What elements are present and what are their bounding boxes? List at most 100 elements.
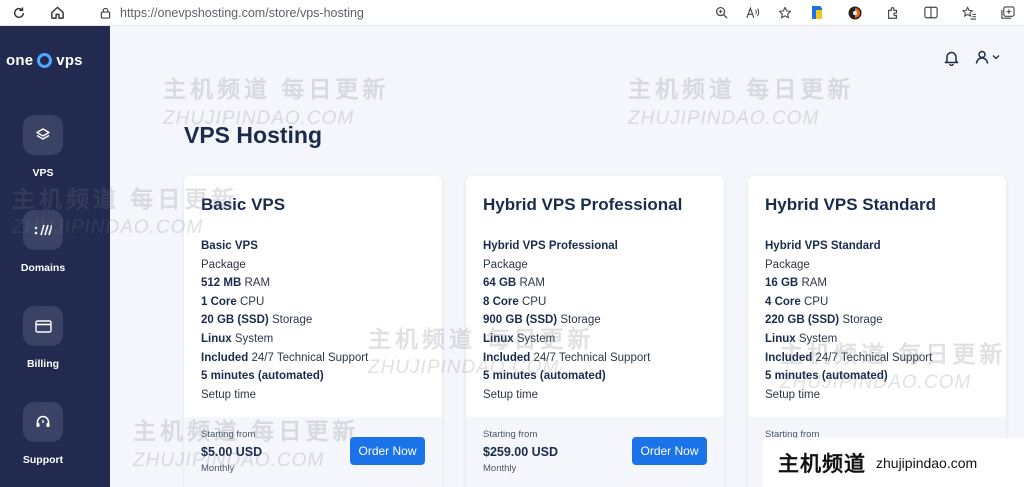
- sidebar-item-label: Domains: [20, 262, 66, 274]
- home-icon[interactable]: [46, 2, 68, 24]
- domains-icon: [23, 210, 63, 250]
- support-label: 24/7 Technical Support: [815, 351, 933, 364]
- sidebar-item-vps[interactable]: VPS: [0, 115, 86, 179]
- storage-value: 900 GB (SSD): [483, 314, 558, 327]
- plan-package: Package: [201, 258, 246, 271]
- credit-card-icon: [23, 306, 63, 346]
- layers-icon: [23, 115, 63, 155]
- collections-icon[interactable]: [998, 4, 1016, 22]
- browser-toolbar: https://onevpshosting.com/store/vps-host…: [0, 0, 1024, 26]
- card-title: Basic VPS: [201, 195, 286, 214]
- ram-value: 64 GB: [483, 277, 517, 290]
- logo-text-right: vps: [56, 52, 83, 69]
- chevron-down-icon: [992, 55, 1000, 60]
- support-label: 24/7 Technical Support: [533, 351, 651, 364]
- os-label: System: [234, 332, 274, 345]
- cpu-label: CPU: [804, 295, 829, 308]
- os-label: System: [798, 332, 838, 345]
- plan-package: Package: [765, 258, 810, 271]
- read-aloud-icon[interactable]: [744, 4, 762, 22]
- cpu-value: 1 Core: [201, 295, 237, 308]
- setup-label: Setup time: [483, 388, 538, 401]
- sidebar-item-billing[interactable]: Billing: [0, 306, 86, 370]
- billing-period: Monthly: [201, 463, 235, 474]
- support-value: Included: [201, 351, 249, 364]
- sidebar-item-support[interactable]: Support: [0, 402, 86, 466]
- lock-icon[interactable]: [98, 6, 112, 20]
- setup-value: 5 minutes (automated): [483, 370, 606, 383]
- main-content: VPS Hosting Basic VPS Basic VPS Package …: [110, 26, 1024, 487]
- cpu-label: CPU: [240, 295, 265, 308]
- storage-label: Storage: [842, 314, 883, 327]
- sidebar-item-label: VPS: [32, 167, 54, 179]
- storage-value: 220 GB (SSD): [765, 314, 840, 327]
- order-now-button[interactable]: Order Now: [632, 437, 707, 465]
- cpu-value: 8 Core: [483, 295, 519, 308]
- favorites-list-icon[interactable]: [960, 4, 978, 22]
- extension-swirl-icon[interactable]: [846, 4, 864, 22]
- support-value: Included: [483, 351, 531, 364]
- order-now-button[interactable]: Order Now: [350, 437, 425, 465]
- storage-value: 20 GB (SSD): [201, 314, 269, 327]
- address-bar[interactable]: https://onevpshosting.com/store/vps-host…: [90, 2, 800, 23]
- plan-package: Package: [483, 258, 528, 271]
- cpu-label: CPU: [522, 295, 547, 308]
- badge-title: 主机频道: [778, 452, 866, 476]
- user-menu[interactable]: [975, 50, 1000, 64]
- page-title: VPS Hosting: [184, 122, 323, 148]
- sidebar: one vps VPS Domains Billing Support: [0, 26, 110, 487]
- split-screen-icon[interactable]: [922, 4, 940, 22]
- ram-label: RAM: [244, 277, 271, 290]
- logo-text-left: one: [6, 52, 34, 69]
- os-label: System: [516, 332, 556, 345]
- bell-icon[interactable]: [944, 50, 960, 67]
- zoom-icon[interactable]: [712, 4, 730, 22]
- extensions-puzzle-icon[interactable]: [884, 4, 902, 22]
- setup-label: Setup time: [201, 388, 256, 401]
- ram-label: RAM: [519, 277, 546, 290]
- setup-label: Setup time: [765, 388, 820, 401]
- card-title: Hybrid VPS Standard: [765, 195, 936, 214]
- cpu-value: 4 Core: [765, 295, 801, 308]
- plan-specs: Basic VPS Package 512 MB RAM 1 Core CPU …: [201, 237, 368, 404]
- card-footer: Starting from $259.00 USD Monthly Order …: [466, 417, 724, 487]
- card-footer: Starting from $5.00 USD Monthly Order No…: [184, 417, 442, 487]
- user-icon: [975, 50, 989, 64]
- sidebar-item-label: Billing: [26, 358, 60, 370]
- logo-ring-icon: [37, 53, 53, 68]
- plan-card-hybrid-professional: Hybrid VPS Professional Hybrid VPS Profe…: [466, 176, 724, 487]
- plan-specs: Hybrid VPS Standard Package 16 GB RAM 4 …: [765, 237, 932, 404]
- storage-label: Storage: [271, 314, 313, 327]
- plan-specs: Hybrid VPS Professional Package 64 GB RA…: [483, 237, 650, 404]
- sidebar-item-label: Support: [22, 454, 64, 466]
- billing-period: Monthly: [483, 463, 517, 474]
- refresh-icon[interactable]: [8, 2, 30, 24]
- ram-label: RAM: [801, 277, 828, 290]
- price: $259.00 USD: [483, 445, 559, 459]
- plan-name: Hybrid VPS Standard: [765, 240, 881, 252]
- setup-value: 5 minutes (automated): [765, 370, 888, 383]
- extension-shield-icon[interactable]: [808, 4, 826, 22]
- favorite-star-icon[interactable]: [776, 4, 794, 22]
- support-value: Included: [765, 351, 813, 364]
- ram-value: 512 MB: [201, 277, 242, 290]
- price: $5.00 USD: [201, 445, 263, 459]
- os-value: Linux: [765, 332, 796, 345]
- storage-label: Storage: [560, 314, 601, 327]
- os-value: Linux: [483, 332, 514, 345]
- os-value: Linux: [201, 332, 232, 345]
- ram-value: 16 GB: [765, 277, 799, 290]
- setup-value: 5 minutes (automated): [201, 370, 324, 383]
- plan-name: Hybrid VPS Professional: [483, 240, 618, 252]
- card-title: Hybrid VPS Professional: [483, 195, 683, 214]
- site-logo[interactable]: one vps: [6, 52, 83, 69]
- url-text[interactable]: https://onevpshosting.com/store/vps-host…: [120, 6, 364, 20]
- starting-from-label: Starting from: [201, 429, 256, 440]
- headset-icon: [23, 402, 63, 442]
- badge-url: zhujipindao.com: [876, 454, 978, 471]
- plan-card-basic: Basic VPS Basic VPS Package 512 MB RAM 1…: [184, 176, 442, 487]
- support-label: 24/7 Technical Support: [251, 351, 369, 364]
- plan-name: Basic VPS: [201, 240, 258, 252]
- sidebar-item-domains[interactable]: Domains: [0, 210, 86, 274]
- site-badge: 主机频道 zhujipindao.com: [763, 438, 1024, 487]
